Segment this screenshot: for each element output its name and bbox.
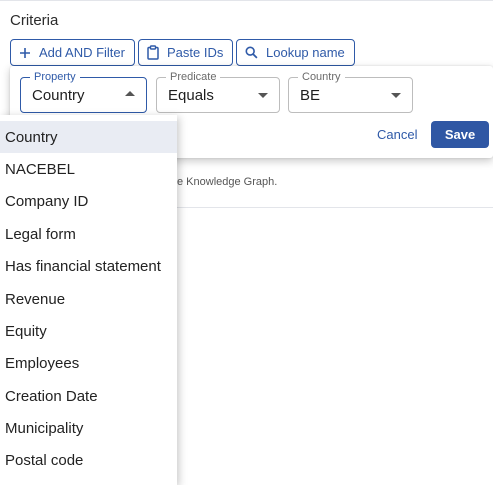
- predicate-label: Predicate: [166, 71, 221, 83]
- save-button[interactable]: Save: [431, 121, 489, 148]
- menu-item-equity[interactable]: Equity: [0, 315, 177, 347]
- property-select[interactable]: Property Country: [20, 71, 147, 113]
- menu-item-postal-code[interactable]: Postal code: [0, 444, 177, 476]
- country-select[interactable]: Country BE: [288, 71, 413, 113]
- menu-item-legal-form[interactable]: Legal form: [0, 218, 177, 250]
- predicate-select[interactable]: Predicate Equals: [156, 71, 280, 113]
- caret-up-icon: [125, 91, 135, 96]
- search-icon: [245, 46, 258, 59]
- predicate-value: Equals: [168, 87, 214, 104]
- property-label: Property: [30, 71, 80, 83]
- lookup-name-label: Lookup name: [266, 45, 345, 60]
- menu-item-creation-date[interactable]: Creation Date: [0, 380, 177, 412]
- cancel-button[interactable]: Cancel: [377, 127, 417, 142]
- criteria-title: Criteria: [10, 12, 59, 29]
- background-divider: [177, 207, 493, 208]
- clipboard-icon: [147, 45, 159, 60]
- menu-item-revenue[interactable]: Revenue: [0, 283, 177, 315]
- caret-down-icon: [391, 93, 401, 98]
- menu-item-employees[interactable]: Employees: [0, 347, 177, 379]
- add-and-filter-button[interactable]: Add AND Filter: [10, 39, 135, 66]
- caret-down-icon: [258, 93, 268, 98]
- menu-item-company-id[interactable]: Company ID: [0, 185, 177, 217]
- paste-ids-label: Paste IDs: [167, 45, 224, 60]
- property-value: Country: [32, 87, 85, 104]
- property-dropdown-menu: Country NACEBEL Company ID Legal form Ha…: [0, 115, 177, 485]
- paste-ids-button[interactable]: Paste IDs: [138, 39, 234, 66]
- lookup-name-button[interactable]: Lookup name: [236, 39, 355, 66]
- country-value: BE: [300, 87, 321, 104]
- menu-item-country[interactable]: Country: [0, 121, 177, 153]
- add-and-filter-label: Add AND Filter: [39, 45, 125, 60]
- plus-icon: [19, 47, 31, 59]
- country-label: Country: [298, 71, 345, 83]
- top-divider: [0, 0, 493, 1]
- menu-item-has-financial-statement[interactable]: Has financial statement: [0, 250, 177, 282]
- knowledge-graph-hint: e Knowledge Graph.: [177, 176, 278, 188]
- menu-item-nacebel[interactable]: NACEBEL: [0, 153, 177, 185]
- menu-item-municipality[interactable]: Municipality: [0, 412, 177, 444]
